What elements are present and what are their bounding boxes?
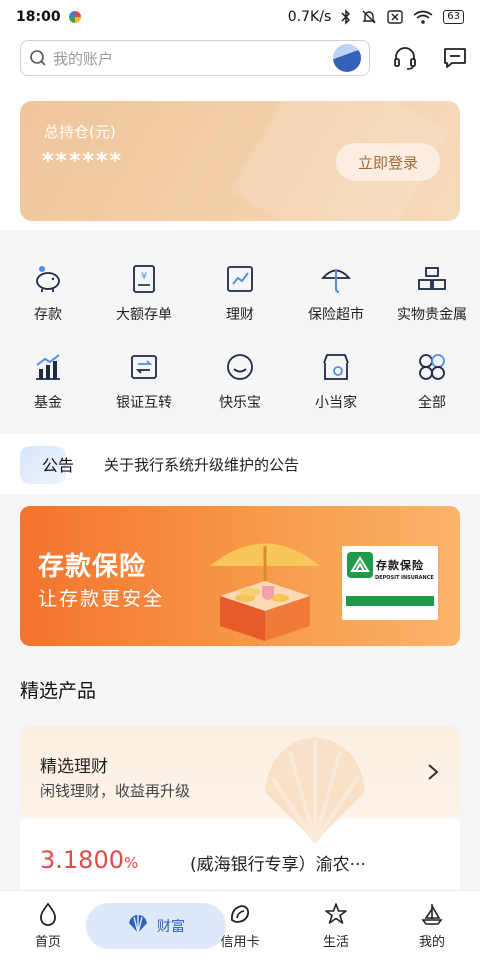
status-right: 0.7K/s 63 <box>288 9 464 25</box>
umbrella-icon <box>319 262 353 296</box>
grid-label: 快乐宝 <box>219 395 261 411</box>
grid-label: 存款 <box>34 307 62 323</box>
grid-label: 大额存单 <box>116 307 172 323</box>
smile-icon <box>223 350 257 384</box>
grid-label: 实物贵金属 <box>397 307 467 323</box>
product-rate-unit: % <box>123 854 139 872</box>
nav-credit-label: 信用卡 <box>220 935 260 950</box>
battery-level: 63 <box>443 10 464 24</box>
badge-cn: 存款保险 <box>376 559 424 572</box>
grid-item-all[interactable]: 全部 <box>384 350 480 412</box>
headset-icon[interactable] <box>390 43 420 73</box>
fund-bars-icon <box>31 350 65 384</box>
notice-tag-label: 公告 <box>42 456 75 475</box>
grid-item-precious-metal[interactable]: 实物贵金属 <box>384 262 480 324</box>
deposit-insurance-logo-icon <box>347 552 373 578</box>
trend-chart-icon <box>223 262 257 296</box>
notice-tag: 公告 <box>20 444 90 484</box>
grid-label: 小当家 <box>315 395 357 411</box>
grid-item-bank-securities-transfer[interactable]: 银证互转 <box>96 350 192 412</box>
piggy-bank-icon <box>31 262 65 296</box>
product-rate: 3.1800% <box>40 846 138 874</box>
gold-bars-icon <box>415 262 449 296</box>
status-time: 18:00 <box>16 9 61 25</box>
network-speed: 0.7K/s <box>287 9 332 25</box>
umbrella-coins-illustration <box>210 543 320 641</box>
search-placeholder: 我的账户 <box>53 49 114 68</box>
home-drop-icon <box>35 901 61 927</box>
deposit-insurance-badge: 存款保险 DEPOSIT INSURANCE <box>342 546 438 620</box>
nav-life-label: 生活 <box>322 935 349 950</box>
product-card-subtitle: 闲钱理财，收益再升级 <box>40 782 191 800</box>
nav-home[interactable]: 首页 <box>0 891 96 960</box>
svg-text:¥: ¥ <box>141 271 147 282</box>
sim-off-icon <box>387 10 403 24</box>
banner-title: 存款保险 <box>38 552 147 582</box>
bluetooth-icon <box>341 9 351 25</box>
shell-watermark-icon <box>265 737 365 844</box>
nav-life[interactable]: 生活 <box>288 891 384 960</box>
deposit-insurance-banner[interactable]: 存款保险 让存款更安全 存款保险 DEPOSIT INSURANCE <box>20 506 460 646</box>
product-rate-value: 3.1800 <box>40 846 124 874</box>
product-card-title: 精选理财 <box>40 757 108 777</box>
starfish-icon <box>323 901 349 927</box>
function-grid: 存款 ¥ 大额存单 理财 保险超市 实物贵金属 基金 银证互转 快乐宝 小当家 … <box>0 262 480 412</box>
message-icon[interactable] <box>440 43 470 73</box>
grid-item-large-deposit[interactable]: ¥ 大额存单 <box>96 262 192 324</box>
nav-home-label: 首页 <box>34 935 61 950</box>
grid-label: 全部 <box>418 395 446 411</box>
conch-icon <box>227 901 253 927</box>
grid-item-insurance[interactable]: 保险超市 <box>288 262 384 324</box>
asset-card: 总持仓(元) ****** 立即登录 <box>20 101 460 221</box>
grid-label: 银证互转 <box>116 395 172 411</box>
wifi-icon <box>413 10 433 24</box>
grid-item-wealth-management[interactable]: 理财 <box>192 262 288 324</box>
scallop-icon <box>127 913 149 939</box>
nav-mine[interactable]: 我的 <box>384 891 480 960</box>
bottom-nav: 首页 信用卡 生活 我的 财富 <box>0 890 480 960</box>
login-button[interactable]: 立即登录 <box>336 143 440 181</box>
nav-wealth[interactable]: 财富 <box>86 903 226 949</box>
grid-item-deposit[interactable]: 存款 <box>0 262 96 324</box>
asset-value: ****** <box>42 149 124 174</box>
sailboat-icon <box>419 901 445 927</box>
nav-wealth-label: 财富 <box>157 919 185 935</box>
search-row: 我的账户 <box>20 40 470 76</box>
notice-text[interactable]: 关于我行系统升级维护的公告 <box>104 454 299 475</box>
badge-en: DEPOSIT INSURANCE <box>375 575 434 581</box>
all-grid-icon <box>415 350 449 384</box>
chevron-right-icon[interactable] <box>426 762 440 782</box>
transfer-icon <box>127 350 161 384</box>
nav-mine-label: 我的 <box>418 935 445 950</box>
grid-item-little-steward[interactable]: 小当家 <box>288 350 384 412</box>
badge-strip <box>346 596 434 606</box>
grid-item-fund[interactable]: 基金 <box>0 350 96 412</box>
notice-bar[interactable]: 公告 关于我行系统升级维护的公告 <box>0 434 480 494</box>
bank-logo-icon[interactable] <box>333 44 362 72</box>
wealth-page: 18:00 0.7K/s 63 我的账户 总持仓(元) ****** 立即登录 <box>0 0 480 960</box>
shop-icon <box>319 350 353 384</box>
certificate-icon: ¥ <box>127 262 161 296</box>
app-notification-icon <box>68 11 81 23</box>
grid-label: 基金 <box>34 395 62 411</box>
products-section-title: 精选产品 <box>20 680 97 702</box>
grid-label: 理财 <box>226 307 254 323</box>
mute-bell-icon <box>362 10 376 24</box>
asset-title: 总持仓(元) <box>44 123 116 141</box>
search-input[interactable]: 我的账户 <box>20 40 371 76</box>
product-name[interactable]: (威海银行专享）渝农··· <box>190 850 366 875</box>
status-bar: 18:00 0.7K/s 63 <box>0 0 480 34</box>
search-icon <box>30 50 46 66</box>
grid-label: 保险超市 <box>308 307 364 323</box>
banner-subtitle: 让存款更安全 <box>38 588 165 610</box>
grid-item-happy-treasure[interactable]: 快乐宝 <box>192 350 288 412</box>
